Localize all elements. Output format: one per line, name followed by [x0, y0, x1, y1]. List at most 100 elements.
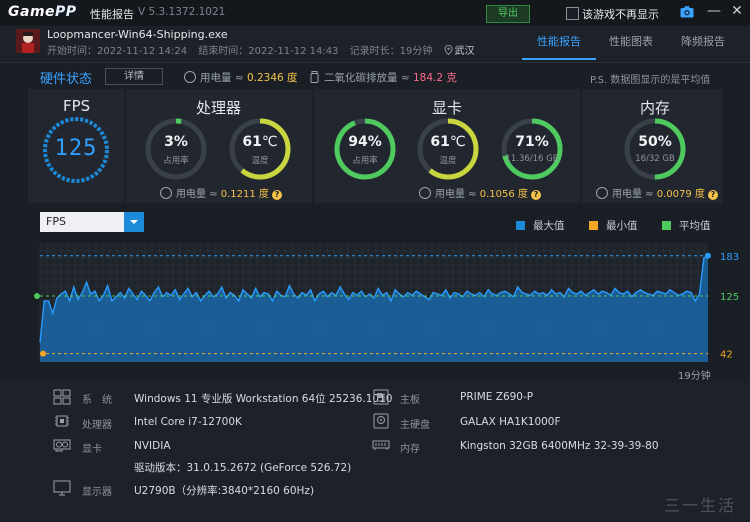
monitor-value: U2790B（分辨率:3840*2160 60Hz) — [134, 485, 315, 497]
logo-pp-text: PP — [55, 4, 77, 20]
cpu-usage-label: 占用率 — [163, 156, 189, 166]
memory-panel: 内存 50% 16/32 GB 用电量 ≈ 0.0079 度? — [582, 89, 722, 203]
cpu-title: 处理器 — [196, 99, 242, 117]
close-icon[interactable]: ✕ — [730, 3, 744, 19]
fps-panel: FPS 125 — [28, 89, 124, 203]
legend-avg: 平均值 — [662, 218, 711, 233]
gpu-usage-value: 94% — [348, 134, 382, 150]
hardware-status-title: 硬件状态 — [40, 72, 93, 87]
memory-power-label: 用电量 ≈ — [612, 189, 657, 200]
end-time: 结束时间：2022-11-12 14:43 — [198, 46, 339, 57]
cpu-usage-value: 3% — [164, 134, 188, 150]
gpu-usage-gauge: 94% 占用率 — [332, 116, 398, 182]
gpu-power-label: 用电量 ≈ — [435, 189, 480, 200]
cpu-temp-value: 61℃ — [227, 134, 293, 150]
help-icon[interactable]: ? — [707, 190, 718, 200]
export-button[interactable]: 导出 — [486, 5, 530, 23]
gpu-title: 显卡 — [432, 99, 463, 117]
board-label: 主板 — [400, 395, 420, 406]
os-value: Windows 11 专业版 Workstation 64位 25236.101… — [134, 393, 393, 405]
legend-min-label: 最小值 — [606, 220, 638, 232]
gpu-driver-value: 驱动版本：31.0.15.2672 (GeForce 526.72) — [134, 462, 352, 474]
metric-select[interactable]: FPS — [40, 212, 144, 232]
cpu-temp-unit: ℃ — [261, 134, 278, 150]
legend-max: 最大值 — [516, 218, 565, 233]
dont-show-checkbox[interactable] — [566, 7, 579, 20]
cpu-label: 处理器 — [82, 420, 112, 431]
tab-performance-report[interactable]: 性能报告 — [537, 33, 581, 49]
help-icon[interactable]: ? — [271, 190, 282, 200]
game-name: Loopmancer-Win64-Shipping.exe — [47, 28, 228, 41]
average-note: P.S. 数据图显示的是平均值 — [590, 75, 711, 86]
memory-usage-gauge: 50% 16/32 GB — [622, 116, 688, 182]
monitor-icon — [53, 480, 71, 496]
session-meta: 开始时间：2022-11-12 14:24 结束时间：2022-11-12 14… — [47, 42, 491, 57]
legend-avg-swatch — [662, 221, 671, 230]
cpu-power-value: 0.1211 度 — [220, 189, 269, 200]
tab-throttle-report[interactable]: 降频报告 — [681, 33, 725, 49]
power-icon — [160, 187, 172, 199]
help-icon[interactable]: ? — [530, 190, 541, 200]
logo-game-text: Game — [8, 4, 56, 20]
avg-marker — [34, 293, 40, 300]
gpu-card-icon — [53, 439, 71, 452]
min-value-label: 42 — [720, 350, 733, 361]
total-power: 用电量 ≈ 0.2346 度 — [184, 70, 298, 85]
hard-disk-icon — [373, 413, 389, 429]
memory-usage-value: 50% — [638, 134, 672, 150]
cpu-temp-number: 61 — [242, 134, 262, 150]
dont-show-label[interactable]: 该游戏不再显示 — [582, 6, 659, 22]
ram-value: Kingston 32GB 6400MHz 32-39-39-80 — [460, 440, 659, 452]
gpu-vram-gauge: 71% 11.36/16 GB — [499, 116, 565, 182]
legend-max-swatch — [516, 221, 525, 230]
camera-icon[interactable] — [680, 5, 694, 19]
tab-performance-charts[interactable]: 性能图表 — [609, 33, 653, 49]
app-logo: GamePP — [8, 4, 77, 20]
chevron-down-icon[interactable] — [124, 212, 144, 232]
location: 武汉 — [444, 45, 483, 57]
avg-value-label: 125 — [720, 292, 739, 303]
fps-title: FPS — [63, 97, 91, 115]
power-icon — [419, 187, 431, 199]
power-icon — [596, 187, 608, 199]
cpu-power-label: 用电量 ≈ — [176, 189, 221, 200]
minimize-icon[interactable]: — — [707, 4, 721, 20]
active-tab-indicator — [522, 58, 596, 60]
fps-chart: 183 125 42 — [34, 243, 739, 362]
memory-stick-icon — [372, 440, 390, 450]
legend-min-swatch — [589, 221, 598, 230]
start-time: 开始时间：2022-11-12 14:24 — [47, 46, 188, 57]
detail-button[interactable]: 详情 — [105, 68, 163, 85]
memory-title: 内存 — [640, 99, 671, 117]
board-value: PRIME Z690-P — [460, 391, 534, 403]
gpu-vram-label: 11.36/16 GB — [505, 154, 559, 164]
gpu-power-value: 0.1056 度 — [479, 189, 528, 200]
cpu-value: Intel Core i7-12700K — [134, 416, 242, 428]
legend-max-label: 最大值 — [533, 220, 565, 232]
cpu-power: 用电量 ≈ 0.1211 度? — [160, 185, 282, 200]
chevron-down-shape — [130, 220, 138, 224]
disk-label: 主硬盘 — [400, 420, 430, 431]
os-label: 系 统 — [82, 395, 112, 406]
record-duration: 记录时长：19分钟 — [349, 46, 433, 57]
co2-value: 184.2 克 — [412, 72, 457, 84]
gpu-temp-gauge: 61℃ 温度 — [415, 116, 481, 182]
gpu-label: 显卡 — [82, 444, 102, 455]
gpu-temp-unit: ℃ — [449, 134, 466, 150]
gpu-panel: 显卡 94% 占用率 61℃ 温度 71% 11.36/16 GB 用电量 ≈ … — [314, 89, 580, 203]
game-avatar — [16, 29, 40, 53]
co2-label: 二氧化碳排放量 ≈ — [324, 72, 413, 84]
memory-power-value: 0.0079 度 — [656, 189, 705, 200]
gpu-value: NVIDIA — [134, 440, 171, 452]
memory-power: 用电量 ≈ 0.0079 度? — [596, 185, 718, 200]
monitor-label: 显示器 — [82, 487, 112, 498]
fps-value: 125 — [54, 136, 98, 161]
memory-usage-label: 16/32 GB — [635, 154, 675, 164]
max-marker — [705, 252, 711, 259]
app-version: V 5.3.1372.1021 — [138, 6, 226, 18]
power-icon — [184, 71, 196, 83]
ram-label: 内存 — [400, 444, 420, 455]
co2-bottle-icon — [310, 71, 319, 83]
disk-value: GALAX HA1K1000F — [460, 416, 561, 428]
total-power-value: 0.2346 度 — [246, 72, 298, 84]
